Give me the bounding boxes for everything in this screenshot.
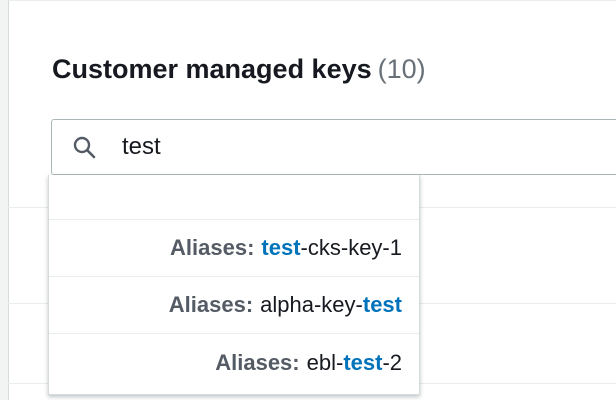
search-suggestions-dropdown: Aliases: test -cks-key-1 Aliases: alpha-k… — [48, 175, 420, 395]
suggestion-text-before: ebl- — [306, 349, 344, 375]
suggestion-option[interactable]: Aliases: ebl-test -2 — [49, 334, 419, 391]
search-field[interactable] — [51, 119, 616, 175]
suggestion-text-before: alpha-key- — [260, 292, 363, 317]
suggestion-text-after: -cks-key-1 — [300, 235, 402, 260]
search-input[interactable] — [122, 130, 522, 164]
suggestion-label: Aliases: — [170, 235, 255, 260]
page-title: Customer managed keys (10) — [52, 52, 426, 86]
suggestion-match: test — [362, 292, 402, 317]
suggestion-label: Aliases: — [215, 349, 300, 375]
suggestion-option[interactable]: Aliases: test -cks-key-1 — [49, 220, 419, 277]
key-count: (10) — [377, 54, 426, 84]
suggestion-match: test — [261, 235, 301, 260]
suggestion-option[interactable]: Aliases: alpha-key-test — [49, 277, 419, 334]
suggestion-label: Aliases: — [168, 292, 254, 317]
suggestion-text-after: -2 — [382, 349, 402, 375]
search-icon — [73, 136, 96, 159]
page-title-text: Customer managed keys — [52, 54, 372, 84]
suggestion-match: test — [343, 349, 383, 375]
dropdown-header — [49, 175, 419, 220]
